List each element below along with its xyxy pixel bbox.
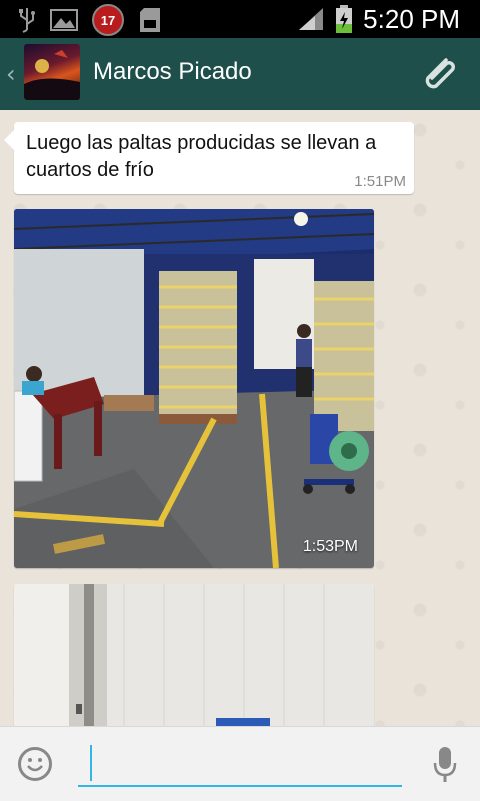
message-time: 1:53PM <box>302 538 358 555</box>
back-chevron-icon[interactable]: ‹ <box>6 60 16 88</box>
usb-icon <box>19 8 35 33</box>
chat-header: ‹ Marcos Picado <box>0 38 480 112</box>
avatar-image <box>24 50 80 100</box>
composer <box>0 726 480 801</box>
attach-icon[interactable] <box>416 52 460 96</box>
image-icon <box>50 9 78 31</box>
status-bar: 17 5:20 PM <box>0 0 480 38</box>
message-input[interactable] <box>78 741 402 787</box>
status-icons-right: 5:20 PM <box>297 0 460 38</box>
cold-room-photo <box>14 584 374 726</box>
emoji-icon[interactable] <box>18 747 52 781</box>
warehouse-photo <box>14 209 374 568</box>
clock: 5:20 PM <box>363 3 460 34</box>
signal-icon <box>299 8 324 30</box>
contact-name[interactable]: Marcos Picado <box>93 58 252 86</box>
notification-badge: 17 <box>92 4 124 36</box>
battery-charging-icon <box>336 5 353 33</box>
sd-card-icon <box>140 8 160 32</box>
microphone-icon[interactable] <box>432 745 458 785</box>
text-cursor <box>90 745 92 781</box>
emoji-face <box>27 758 43 772</box>
message-bubble-text[interactable]: Luego las paltas producidas se llevan a … <box>4 122 414 194</box>
chat-list[interactable]: Luego las paltas producidas se llevan a … <box>0 110 480 726</box>
status-icons-left: 17 <box>18 4 162 36</box>
avatar[interactable] <box>24 44 80 100</box>
message-text: Luego las paltas producidas se llevan a … <box>26 132 377 181</box>
message-time: 1:51PM <box>354 173 406 190</box>
message-bubble-image[interactable]: 1:53PM <box>14 209 374 568</box>
message-bubble-image[interactable] <box>14 584 374 726</box>
